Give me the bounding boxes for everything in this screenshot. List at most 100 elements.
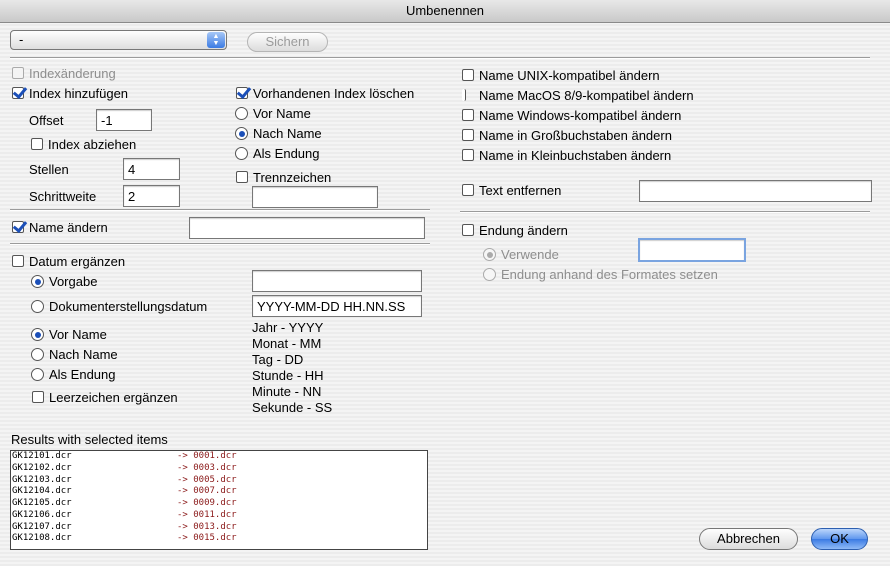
uppercase-checkbox[interactable] xyxy=(462,129,474,141)
extension-change-checkbox[interactable] xyxy=(462,224,474,236)
index-subtract-label: Index abziehen xyxy=(48,137,137,152)
extension-use-input[interactable] xyxy=(638,238,746,262)
date-pos-before-radio[interactable] xyxy=(31,328,44,341)
extension-change-label: Endung ändern xyxy=(479,223,568,238)
result-source: GK12103.dcr xyxy=(12,474,72,485)
index-add-label: Index hinzufügen xyxy=(29,86,129,101)
unix-compatible-label: Name UNIX-kompatibel ändern xyxy=(479,68,660,83)
result-dest: -> 0003.dcr xyxy=(177,462,237,473)
legend-line: Stunde - HH xyxy=(252,368,324,383)
remove-text-checkbox[interactable] xyxy=(462,184,474,196)
index-change-label: Indexänderung xyxy=(29,66,116,81)
result-source: GK12108.dcr xyxy=(12,533,72,544)
result-dest: -> 0009.dcr xyxy=(177,498,237,508)
date-format-input[interactable] xyxy=(252,295,422,317)
date-created-radio[interactable] xyxy=(31,300,44,313)
date-space-label: Leerzeichen ergänzen xyxy=(49,390,178,405)
date-default-input[interactable] xyxy=(252,270,422,292)
legend-line: Sekunde - SS xyxy=(252,400,333,415)
date-pos-after-radio[interactable] xyxy=(31,348,44,361)
date-default-radio[interactable] xyxy=(31,275,44,288)
extension-format-label: Endung anhand des Formates setzen xyxy=(501,267,718,282)
result-dest: -> 0005.dcr xyxy=(177,474,237,485)
remove-text-label: Text entfernen xyxy=(479,183,562,198)
rename-checkbox[interactable] xyxy=(12,221,24,233)
index-pos-after-radio[interactable] xyxy=(235,127,248,140)
offset-input[interactable] xyxy=(96,109,152,131)
delete-existing-label: Vorhandenen Index löschen xyxy=(253,86,415,101)
uppercase-label: Name in Großbuchstaben ändern xyxy=(479,128,672,143)
macos-compatible-checkbox[interactable] xyxy=(462,89,466,101)
separator-checkbox[interactable] xyxy=(236,171,248,183)
date-add-label: Datum ergänzen xyxy=(29,254,126,269)
window-title: Umbenennen xyxy=(0,0,890,23)
extension-use-radio[interactable] xyxy=(483,248,496,261)
unix-compatible-checkbox[interactable] xyxy=(462,69,474,81)
legend-line: Minute - NN xyxy=(252,384,322,399)
date-add-checkbox[interactable] xyxy=(12,255,24,267)
legend-line: Monat - MM xyxy=(252,336,322,351)
index-pos-before-radio[interactable] xyxy=(235,107,248,120)
result-dest: -> 0015.dcr xyxy=(177,533,237,544)
result-source: GK12107.dcr xyxy=(12,521,72,532)
preset-popup[interactable]: - ▲ ▼ xyxy=(10,30,227,50)
results-label: Results with selected items xyxy=(11,432,168,447)
digits-label: Stellen xyxy=(29,162,69,177)
index-add-checkbox[interactable] xyxy=(12,87,24,99)
separator-label: Trennzeichen xyxy=(253,170,332,185)
date-default-label: Vorgabe xyxy=(49,274,98,289)
list-item: GK12105.dcr -> 0009.dcr xyxy=(11,498,427,510)
index-subtract-checkbox[interactable] xyxy=(31,138,43,150)
date-pos-ext-radio[interactable] xyxy=(31,368,44,381)
legend-line: Tag - DD xyxy=(252,352,304,367)
windows-compatible-label: Name Windows-kompatibel ändern xyxy=(479,108,682,123)
list-item: GK12103.dcr -> 0005.dcr xyxy=(11,475,427,487)
date-space-checkbox[interactable] xyxy=(32,391,44,403)
legend-line: Jahr - YYYY xyxy=(252,320,324,335)
list-item: GK12102.dcr -> 0003.dcr xyxy=(11,463,427,475)
delete-existing-checkbox[interactable] xyxy=(236,87,248,99)
remove-text-input[interactable] xyxy=(639,180,872,202)
preset-value: - xyxy=(19,32,24,47)
digits-input[interactable] xyxy=(123,158,180,180)
index-pos-after-label: Nach Name xyxy=(253,126,322,141)
index-change-checkbox[interactable] xyxy=(12,67,24,79)
separator-input[interactable] xyxy=(252,186,378,208)
extension-format-radio[interactable] xyxy=(483,268,496,281)
list-item: GK12104.dcr -> 0007.dcr xyxy=(11,486,427,498)
result-dest: -> 0007.dcr xyxy=(177,486,237,497)
list-item: GK12106.dcr -> 0011.dcr xyxy=(11,510,427,522)
result-source: GK12101.dcr xyxy=(12,451,72,461)
index-pos-ext-radio[interactable] xyxy=(235,147,248,160)
macos-compatible-label: Name MacOS 8/9-kompatibel ändern xyxy=(479,88,694,103)
step-input[interactable] xyxy=(123,185,180,207)
cancel-button[interactable]: Abbrechen xyxy=(699,528,798,550)
list-item: GK12101.dcr -> 0001.dcr xyxy=(11,451,427,463)
result-dest: -> 0011.dcr xyxy=(177,509,237,520)
ok-button[interactable]: OK xyxy=(811,528,868,550)
date-pos-after-label: Nach Name xyxy=(49,347,118,362)
index-pos-before-label: Vor Name xyxy=(253,106,311,121)
result-source: GK12104.dcr xyxy=(12,486,72,497)
result-dest: -> 0013.dcr xyxy=(177,521,237,532)
result-source: GK12105.dcr xyxy=(12,498,72,508)
rename-input[interactable] xyxy=(189,217,425,239)
date-pos-before-label: Vor Name xyxy=(49,327,107,342)
save-button[interactable]: Sichern xyxy=(247,32,328,52)
lowercase-checkbox[interactable] xyxy=(462,149,474,161)
result-source: GK12106.dcr xyxy=(12,509,72,520)
updown-arrows-icon: ▲ ▼ xyxy=(207,32,225,48)
extension-use-label: Verwende xyxy=(501,247,559,262)
windows-compatible-checkbox[interactable] xyxy=(462,109,474,121)
result-source: GK12102.dcr xyxy=(12,462,72,473)
list-item: GK12107.dcr -> 0013.dcr xyxy=(11,522,427,534)
lowercase-label: Name in Kleinbuchstaben ändern xyxy=(479,148,672,163)
list-item: GK12108.dcr -> 0015.dcr xyxy=(11,533,427,545)
offset-label: Offset xyxy=(29,113,64,128)
index-pos-ext-label: Als Endung xyxy=(253,146,320,161)
date-format-legend: Jahr - YYYY Monat - MM Tag - DD Stunde -… xyxy=(252,320,332,416)
result-dest: -> 0001.dcr xyxy=(177,451,237,461)
results-list[interactable]: GK12101.dcr -> 0001.dcr GK12102.dcr -> 000… xyxy=(10,450,428,550)
rename-label: Name ändern xyxy=(29,220,108,235)
date-created-label: Dokumenterstellungsdatum xyxy=(49,299,208,314)
